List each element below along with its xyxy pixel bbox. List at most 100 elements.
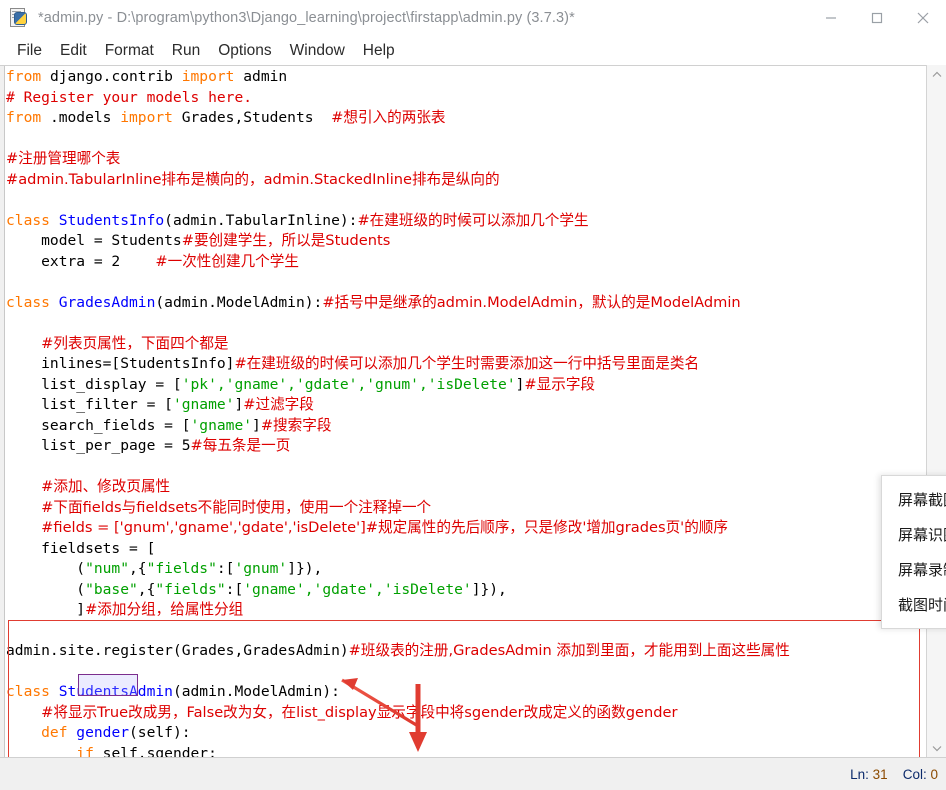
code-token: ]}), <box>287 560 323 577</box>
code-token: class <box>6 211 59 229</box>
code-token: #fields = ['gnum','gname','gdate','isDel… <box>41 519 728 536</box>
code-token: 'pk','gname','gdate','gnum','isDelete' <box>181 375 516 393</box>
menu-item-format[interactable]: Format <box>96 40 163 62</box>
code-line: #admin.TabularInline排布是横向的，admin.Stacked… <box>6 170 926 191</box>
minimize-icon[interactable] <box>808 0 854 36</box>
capture-menu-item-screenshot[interactable]: 屏幕截图 <box>882 482 946 517</box>
code-line: class GradesAdmin(admin.ModelAdmin):#括号中… <box>6 293 926 314</box>
code-token: ( <box>6 560 86 577</box>
code-line: extra = 2 #一次性创建几个学生 <box>6 252 926 273</box>
menu-bar: File Edit Format Run Options Window Help <box>0 37 946 66</box>
code-token: # Register your models here. <box>6 88 253 106</box>
code-token: from <box>6 109 50 126</box>
code-token: GradesAdmin <box>58 293 156 311</box>
code-token: #搜索字段 <box>260 416 332 434</box>
line-label: Ln: <box>850 767 869 782</box>
window-controls <box>808 0 946 36</box>
line-value: 31 <box>872 767 888 782</box>
code-token: Grades,Students <box>181 109 332 126</box>
code-token: #在建班级的时候可以添加几个学生 <box>357 211 589 229</box>
menu-item-options[interactable]: Options <box>209 40 280 62</box>
maximize-icon[interactable] <box>854 0 900 36</box>
code-token: if <box>6 744 103 758</box>
menu-item-window[interactable]: Window <box>281 40 354 62</box>
code-line: # Register your models here. <box>6 88 926 109</box>
capture-menu-item-ocr[interactable]: 屏幕识图 <box>882 517 946 552</box>
window-title: *admin.py - D:\program\python3\Django_le… <box>38 10 575 26</box>
code-line: model = Students#要创建学生，所以是Students <box>6 231 926 252</box>
cursor-position: Ln: 31 Col: 0 <box>850 767 938 782</box>
code-token: #显示字段 <box>524 375 596 393</box>
code-line: ("base",{"fields":['gname','gdate','isDe… <box>6 580 926 601</box>
code-token: #一次性创建几个学生 <box>155 252 299 270</box>
chevron-down-icon[interactable] <box>927 739 946 757</box>
code-token: StudentsAdmin <box>58 683 173 700</box>
code-line: def gender(self): <box>6 723 926 744</box>
code-token: ,{ <box>137 580 156 598</box>
col-value: 0 <box>930 767 938 782</box>
code-token: (self): <box>129 724 191 741</box>
code-token: search_fields = [ <box>6 416 191 434</box>
code-line: #添加、修改页属性 <box>6 477 926 498</box>
code-token: (admin.TabularInline): <box>164 211 358 229</box>
menu-item-help[interactable]: Help <box>354 40 404 62</box>
code-token: #注册管理哪个表 <box>6 150 121 167</box>
code-token: "base" <box>85 580 138 598</box>
code-token: :[ <box>225 580 244 598</box>
code-line: if self.sgender: <box>6 744 926 758</box>
code-line: admin.site.register(Grades,GradesAdmin)#… <box>6 641 926 662</box>
code-line: list_filter = ['gname']#过滤字段 <box>6 395 926 416</box>
menu-item-run[interactable]: Run <box>163 40 209 62</box>
code-token: list_per_page = 5 <box>6 437 191 454</box>
code-token: ] <box>6 601 86 618</box>
code-token: class <box>6 293 59 311</box>
code-token: inlines=[StudentsInfo] <box>6 355 235 372</box>
code-token: StudentsInfo <box>58 211 165 229</box>
code-token: ,{ <box>129 560 147 577</box>
code-token: ]}), <box>471 580 507 598</box>
code-token: #在建班级的时候可以添加几个学生时需要添加这一行中括号里面是类名 <box>234 355 700 372</box>
menu-item-file[interactable]: File <box>8 40 51 62</box>
code-token: #下面fields与fieldsets不能同时使用，使用一个注释掉一个 <box>41 498 432 516</box>
code-token: fieldsets = [ <box>6 539 156 557</box>
code-editor[interactable]: from django.contrib import admin # Regist… <box>0 65 946 757</box>
code-token: from <box>6 68 50 85</box>
code-token: #admin.TabularInline排布是横向的，admin.Stacked… <box>6 170 500 188</box>
menu-item-edit[interactable]: Edit <box>51 40 96 62</box>
close-icon[interactable] <box>900 0 946 36</box>
code-line: #将显示True改成男，False改为女，在list_display显示字段中将… <box>6 703 926 724</box>
code-line: class StudentsInfo(admin.TabularInline):… <box>6 211 926 232</box>
code-line: class StudentsAdmin(admin.ModelAdmin): <box>6 682 926 703</box>
chevron-up-icon[interactable] <box>927 65 946 83</box>
code-line: fieldsets = [ <box>6 539 926 560</box>
capture-menu-item-record[interactable]: 屏幕录制 <box>882 552 946 587</box>
code-token: .models <box>49 109 121 126</box>
editor-gutter <box>0 66 5 757</box>
code-token: 'gname' <box>172 396 235 413</box>
code-line: inlines=[StudentsInfo]#在建班级的时候可以添加几个学生时需… <box>6 354 926 375</box>
code-line: from .models import Grades,Students #想引入… <box>6 108 926 129</box>
code-token: #班级表的注册,GradesAdmin 添加到里面，才能用到上面这些属性 <box>348 642 790 659</box>
screen-capture-menu[interactable]: 屏幕截图 屏幕识图 屏幕录制 截图时间 <box>881 475 946 629</box>
vertical-scrollbar[interactable] <box>926 65 946 757</box>
code-line: ("num",{"fields":['gnum']}), <box>6 559 926 580</box>
capture-menu-item-timed[interactable]: 截图时间 <box>882 587 946 622</box>
code-text[interactable]: from django.contrib import admin # Regist… <box>6 67 926 757</box>
code-token: "fields" <box>146 560 217 577</box>
code-token: (admin.ModelAdmin): <box>172 683 340 700</box>
code-token: admin <box>243 68 288 85</box>
code-token: 'gname' <box>190 416 253 434</box>
code-token: list_filter = [ <box>6 396 173 413</box>
title-bar: *admin.py - D:\program\python3\Django_le… <box>0 0 946 37</box>
code-token: self.sgender: <box>102 744 217 758</box>
code-token: import <box>120 109 182 126</box>
code-line: list_display = ['pk','gname','gdate','gn… <box>6 375 926 396</box>
